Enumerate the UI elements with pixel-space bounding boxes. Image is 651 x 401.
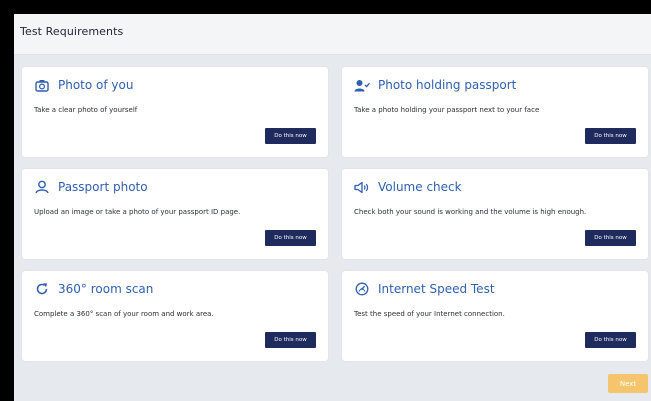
card-description: Check both your sound is working and the… — [354, 208, 587, 216]
card-title: Photo holding passport — [378, 78, 517, 92]
card-internet-speed-test: Internet Speed Test Test the speed of yo… — [342, 271, 648, 361]
card-description: Complete a 360° scan of your room and wo… — [34, 310, 214, 318]
card-photo-of-you: Photo of you Take a clear photo of yours… — [22, 67, 328, 157]
card-description: Take a clear photo of yourself — [34, 106, 138, 114]
do-this-now-button[interactable]: Do this now — [265, 332, 316, 348]
speed-icon — [354, 281, 370, 297]
do-this-now-button[interactable]: Do this now — [585, 128, 636, 144]
user-outline-icon — [34, 179, 50, 195]
do-this-now-button[interactable]: Do this now — [265, 128, 316, 144]
card-title: Passport photo — [58, 180, 148, 194]
card-title: Internet Speed Test — [378, 282, 495, 296]
card-description: Upload an image or take a photo of your … — [34, 208, 241, 216]
do-this-now-button[interactable]: Do this now — [585, 332, 636, 348]
card-title: Volume check — [378, 180, 462, 194]
next-button[interactable]: Next — [608, 374, 648, 393]
speaker-icon — [354, 179, 370, 195]
card-passport-photo: Passport photo Upload an image or take a… — [22, 169, 328, 259]
user-check-icon — [354, 77, 370, 93]
card-description: Test the speed of your Internet connecti… — [354, 310, 505, 318]
rotate-icon — [34, 281, 50, 297]
requirements-page: Test Requirements Photo of you Take a cl… — [14, 14, 651, 401]
do-this-now-button[interactable]: Do this now — [585, 230, 636, 246]
page-title: Test Requirements — [20, 25, 124, 38]
top-bar: Test Requirements — [14, 14, 651, 55]
card-volume-check: Volume check Check both your sound is wo… — [342, 169, 648, 259]
camera-icon — [34, 77, 50, 93]
card-title: 360° room scan — [58, 282, 154, 296]
card-title: Photo of you — [58, 78, 134, 92]
card-description: Take a photo holding your passport next … — [354, 106, 540, 114]
card-360-room-scan: 360° room scan Complete a 360° scan of y… — [22, 271, 328, 361]
card-photo-holding-passport: Photo holding passport Take a photo hold… — [342, 67, 648, 157]
do-this-now-button[interactable]: Do this now — [265, 230, 316, 246]
